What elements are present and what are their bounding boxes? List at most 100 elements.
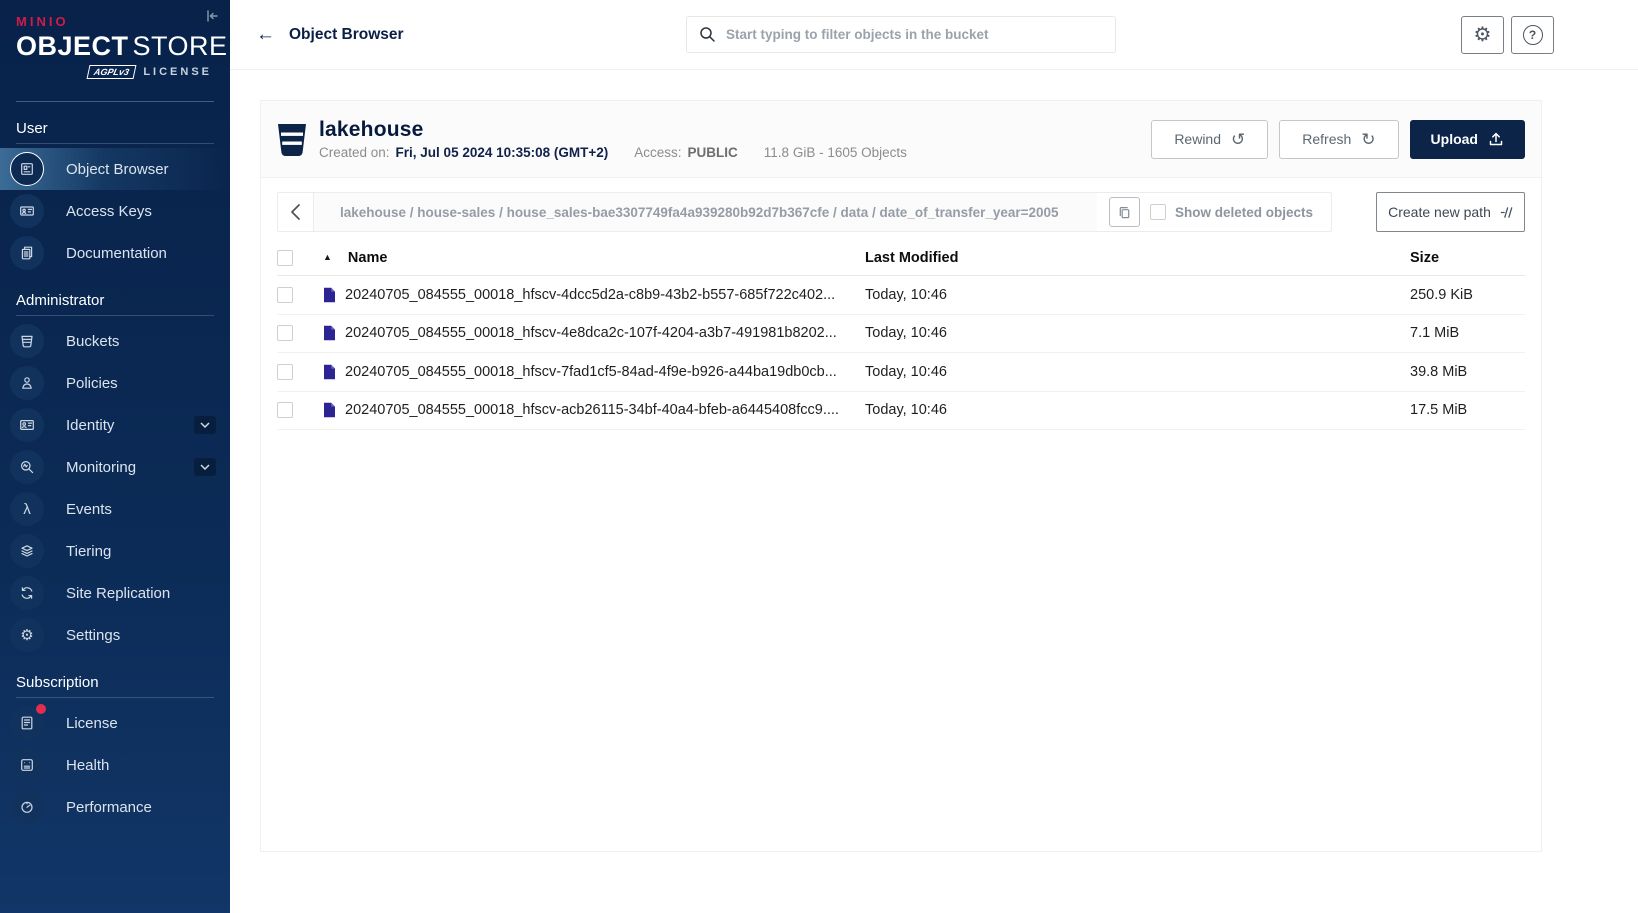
table-row[interactable]: 20240705_084555_00018_hfscv-4e8dca2c-107… [277,315,1525,354]
brand-object: OBJECT [16,31,129,61]
sort-ascending-icon[interactable]: ▲ [323,252,332,262]
column-header-size[interactable]: Size [1410,250,1439,266]
performance-gauge-icon [10,790,44,824]
table-row[interactable]: 20240705_084555_00018_hfscv-4dcc5d2a-c8b… [277,276,1525,315]
file-icon [323,364,336,380]
sidebar-item-monitoring[interactable]: Monitoring [0,446,230,488]
object-name[interactable]: 20240705_084555_00018_hfscv-7fad1cf5-84a… [345,364,837,380]
upload-icon [1488,131,1504,147]
object-size: 250.9 KiB [1410,287,1473,303]
bucket-title-block: lakehouse Created on: Fri, Jul 05 2024 1… [319,118,1151,160]
back-arrow-icon[interactable]: ← [256,25,275,44]
sidebar-item-access-keys[interactable]: Access Keys [0,190,230,232]
sidebar-item-events[interactable]: λ Events [0,488,230,530]
health-icon [10,748,44,782]
sidebar: MINIO OBJECTSTORE AGPLv3 LICENSE User Ob… [0,0,230,913]
refresh-label: Refresh [1302,131,1351,147]
object-modified: Today, 10:46 [865,402,947,418]
help-button[interactable]: ? [1511,16,1554,54]
chevron-left-icon [290,203,301,221]
show-deleted-toggle[interactable]: Show deleted objects [1150,204,1331,220]
section-label-user: User [0,120,230,137]
sidebar-item-documentation[interactable]: Documentation [0,232,230,274]
license-icon [10,706,44,740]
sidebar-item-label: Documentation [66,245,167,262]
create-path-label: Create new path [1388,204,1491,220]
row-checkbox[interactable] [277,364,293,380]
chevron-down-icon[interactable] [194,416,216,434]
topbar-actions: ⚙ ? [1461,16,1554,54]
table-row[interactable]: 20240705_084555_00018_hfscv-acb26115-34b… [277,392,1525,431]
back-navigation[interactable]: ← Object Browser [256,25,404,44]
chevron-down-icon[interactable] [194,458,216,476]
file-icon [323,287,336,303]
events-lambda-icon: λ [10,492,44,526]
console-settings-button[interactable]: ⚙ [1461,16,1504,54]
sidebar-collapse-icon[interactable] [202,6,222,26]
breadcrumb[interactable]: lakehouse / house-sales / house_sales-ba… [314,193,1097,231]
column-header-name[interactable]: Name [348,250,388,266]
sidebar-section-subscription: Subscription License Health Performance [0,674,230,828]
new-path-icon [1500,206,1513,219]
brand-logo: MINIO OBJECTSTORE AGPLv3 LICENSE [0,0,230,91]
sidebar-item-health[interactable]: Health [0,744,230,786]
file-icon [323,402,336,418]
section-rule [16,697,214,698]
copy-path-button[interactable] [1109,197,1140,227]
breadcrumb-group: lakehouse / house-sales / house_sales-ba… [277,192,1332,232]
column-header-modified[interactable]: Last Modified [865,250,958,266]
bucket-name: lakehouse [319,118,1151,142]
sidebar-item-label: Tiering [66,543,111,560]
sidebar-item-label: Settings [66,627,120,644]
rewind-icon: ↺ [1231,131,1245,148]
tiering-layers-icon [10,534,44,568]
create-new-path-button[interactable]: Create new path [1376,192,1525,232]
row-checkbox[interactable] [277,287,293,303]
sidebar-item-label: Performance [66,799,152,816]
page-title: Object Browser [289,26,404,44]
sidebar-item-license[interactable]: License [0,702,230,744]
table-row[interactable]: 20240705_084555_00018_hfscv-7fad1cf5-84a… [277,353,1525,392]
sidebar-item-object-browser[interactable]: Object Browser [0,148,230,190]
settings-gear-icon: ⚙ [10,618,44,652]
copy-icon [1117,205,1132,220]
object-name[interactable]: 20240705_084555_00018_hfscv-4dcc5d2a-c8b… [345,287,835,303]
bucket-icon [277,123,307,157]
sidebar-item-buckets[interactable]: Buckets [0,320,230,362]
sidebar-item-policies[interactable]: Policies [0,362,230,404]
created-on-value: Fri, Jul 05 2024 10:35:08 (GMT+2) [396,145,609,160]
show-deleted-checkbox[interactable] [1150,204,1166,220]
upload-label: Upload [1431,131,1478,147]
brand-store: STORE [133,31,228,61]
site-replication-icon [10,576,44,610]
search-icon [699,26,716,43]
refresh-button[interactable]: Refresh ↻ [1279,120,1398,159]
row-checkbox[interactable] [277,325,293,341]
search-input[interactable] [726,27,1103,42]
identity-icon [10,408,44,442]
main-area: ← Object Browser ⚙ ? lakehouse Created o… [230,0,1638,913]
path-back-button[interactable] [278,193,314,231]
sidebar-item-label: Site Replication [66,585,170,602]
sidebar-item-label: License [66,715,118,732]
access-keys-icon [10,194,44,228]
upload-button[interactable]: Upload [1410,120,1525,159]
bucket-summary: 11.8 GiB - 1605 Objects [764,145,907,160]
sidebar-item-settings[interactable]: ⚙ Settings [0,614,230,656]
rewind-button[interactable]: Rewind ↺ [1151,120,1268,159]
sidebar-item-label: Events [66,501,112,518]
object-name[interactable]: 20240705_084555_00018_hfscv-4e8dca2c-107… [345,325,837,341]
sidebar-item-performance[interactable]: Performance [0,786,230,828]
sidebar-item-label: Monitoring [66,459,136,476]
access-value[interactable]: PUBLIC [688,145,738,160]
row-checkbox[interactable] [277,402,293,418]
sidebar-item-identity[interactable]: Identity [0,404,230,446]
object-name[interactable]: 20240705_084555_00018_hfscv-acb26115-34b… [345,402,839,418]
sidebar-item-tiering[interactable]: Tiering [0,530,230,572]
object-filter-searchbox[interactable] [686,16,1116,53]
documentation-icon [10,236,44,270]
sidebar-section-administrator: Administrator Buckets Policies Identity [0,292,230,656]
select-all-checkbox[interactable] [277,250,293,266]
agpl-badge: AGPLv3 [87,65,137,79]
sidebar-item-site-replication[interactable]: Site Replication [0,572,230,614]
